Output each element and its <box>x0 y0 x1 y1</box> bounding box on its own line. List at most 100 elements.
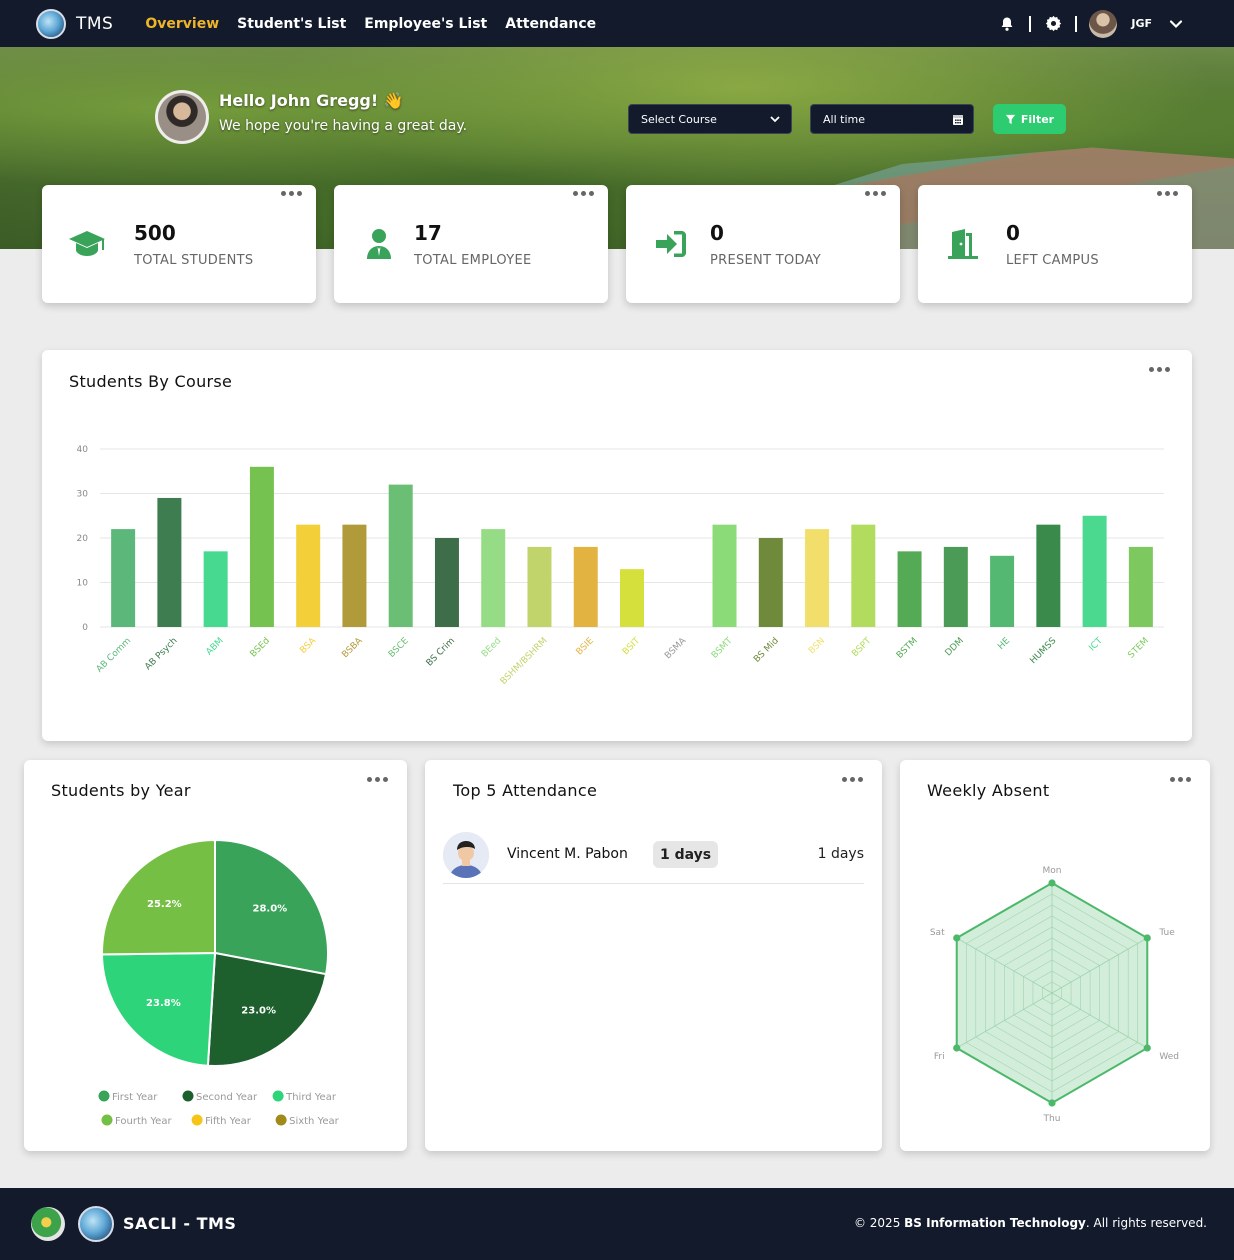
stat-value: 0 <box>710 221 724 245</box>
x-tick-label: AB Comm <box>95 636 134 675</box>
bar <box>897 551 922 627</box>
y-tick-label: 40 <box>77 445 89 455</box>
stat-label: TOTAL STUDENTS <box>134 253 254 268</box>
top-navbar: TMS Overview Student's List Employee's L… <box>0 0 1234 47</box>
legend-label: First Year <box>112 1092 158 1103</box>
x-tick-label: ABM <box>204 636 225 657</box>
y-tick-label: 10 <box>77 579 89 589</box>
x-tick-label: BSEd <box>249 636 272 659</box>
students-by-course-chart: 0 10 20 30 40 AB Comm AB Psych ABM BSEd BSA BSBA BS… <box>77 445 1164 687</box>
stat-value: 500 <box>134 221 176 245</box>
more-options-icon[interactable] <box>573 191 594 196</box>
bar <box>527 546 552 627</box>
copyright-suffix: . All rights reserved. <box>1085 1216 1207 1230</box>
pie-value-label: 23.0% <box>241 1005 276 1016</box>
y-tick-label: 20 <box>77 534 89 544</box>
x-tick-label: DDM <box>944 636 966 658</box>
x-tick-label: BSN <box>807 636 827 656</box>
footer-copyright: © 2025 BS Information Technology. All ri… <box>854 1216 1207 1230</box>
pie-value-label: 25.2% <box>147 899 182 910</box>
stat-value: 0 <box>1006 221 1020 245</box>
more-options-icon[interactable] <box>865 191 886 196</box>
bar <box>296 524 321 627</box>
x-tick-label: BSIT <box>621 636 642 657</box>
x-tick-label: BSA <box>298 635 318 655</box>
legend-label: Fifth Year <box>205 1116 252 1127</box>
bar <box>1128 546 1153 627</box>
more-options-icon[interactable] <box>281 191 302 196</box>
footer: SACLI - TMS © 2025 BS Information Techno… <box>0 1188 1234 1260</box>
gear-icon[interactable] <box>1043 14 1063 34</box>
bar <box>851 524 876 627</box>
nav-attendance[interactable]: Attendance <box>505 16 596 32</box>
user-initials[interactable]: JGF <box>1131 17 1152 30</box>
stat-label: TOTAL EMPLOYEE <box>414 253 532 268</box>
bar <box>249 466 274 627</box>
legend-label: Sixth Year <box>289 1116 340 1127</box>
students-by-course-panel: Students By Course 0 10 20 30 40 AB Comm AB Ps… <box>42 350 1192 741</box>
filter-label: Filter <box>1020 112 1055 126</box>
bell-icon[interactable] <box>997 14 1017 34</box>
more-options-icon[interactable] <box>1157 191 1178 196</box>
weekly-absent-chart: Mon Tue Wed Thu Fri Sat <box>930 866 1179 1124</box>
user-avatar[interactable] <box>1089 9 1118 38</box>
x-tick-label: BSTM <box>895 636 920 661</box>
bar <box>111 529 136 627</box>
stat-card-total-employee: 17 TOTAL EMPLOYEE <box>334 185 608 303</box>
more-options-icon[interactable] <box>842 777 863 782</box>
radar-point <box>1048 879 1056 887</box>
stat-card-present-today: 0 PRESENT TODAY <box>626 185 900 303</box>
legend-label: Third Year <box>285 1092 337 1103</box>
attendance-row[interactable]: Vincent M. Pabon 1 days 1 days <box>443 830 864 884</box>
greeting-subtitle: We hope you're having a great day. <box>219 118 468 134</box>
chevron-down-icon <box>770 116 780 123</box>
bar <box>203 551 228 627</box>
pie-value-label: 28.0% <box>253 904 288 915</box>
radar-axis-label: Tue <box>1158 928 1175 938</box>
x-tick-label: BEed <box>480 636 503 659</box>
greeting-title: Hello John Gregg! 👋 <box>219 91 404 110</box>
sacli-logo-icon <box>31 1207 65 1241</box>
user-tie-icon <box>358 227 400 261</box>
bar <box>712 524 737 627</box>
x-tick-label: BSCE <box>387 636 411 660</box>
legend-swatch <box>182 1090 194 1102</box>
stat-card-left-campus: 0 LEFT CAMPUS <box>918 185 1192 303</box>
course-select-value: Select Course <box>641 112 717 126</box>
bar <box>990 555 1015 627</box>
funnel-icon <box>1005 114 1015 124</box>
course-select[interactable]: Select Course <box>628 104 792 134</box>
brand[interactable]: TMS <box>36 8 113 39</box>
stat-value: 17 <box>414 221 442 245</box>
bar <box>388 484 413 627</box>
students-by-year-panel: Students by Year 28.0% 23.0% 23.8% 25.2% Fir… <box>24 760 407 1151</box>
pie-slice <box>100 951 217 1067</box>
nav-employees-list[interactable]: Employee's List <box>364 16 487 32</box>
nav-separator <box>1075 15 1078 32</box>
bar <box>342 524 367 627</box>
filter-button[interactable]: Filter <box>993 104 1066 134</box>
x-tick-label: BSMA <box>663 635 689 661</box>
bar <box>805 529 830 627</box>
stat-card-total-students: 500 TOTAL STUDENTS <box>42 185 316 303</box>
attendee-avatar <box>443 832 489 878</box>
nav-students-list[interactable]: Student's List <box>237 16 346 32</box>
x-tick-label: HE <box>996 636 1012 652</box>
nav-overview[interactable]: Overview <box>145 16 219 32</box>
bar <box>573 546 598 627</box>
attendance-badge: 1 days <box>653 841 719 868</box>
x-tick-label: BS Crim <box>425 636 457 668</box>
x-tick-label: BSHM/BSHRM <box>499 636 550 687</box>
radar-axis-label: Wed <box>1159 1052 1179 1062</box>
greeting-text: Hello John Gregg! <box>219 91 379 110</box>
tms-logo-icon <box>78 1206 114 1242</box>
date-range-picker[interactable]: All time <box>810 104 974 134</box>
top-attendance-panel: Top 5 Attendance Vincent M. Pabon 1 days… <box>425 760 882 1151</box>
greeting-avatar <box>155 90 209 144</box>
sign-in-icon <box>650 227 692 261</box>
x-tick-label: ICT <box>1087 636 1105 654</box>
attendance-days: 1 days <box>817 846 864 862</box>
panel-title: Top 5 Attendance <box>453 781 598 800</box>
date-range-value: All time <box>823 112 865 126</box>
chevron-down-icon[interactable] <box>1166 14 1186 34</box>
